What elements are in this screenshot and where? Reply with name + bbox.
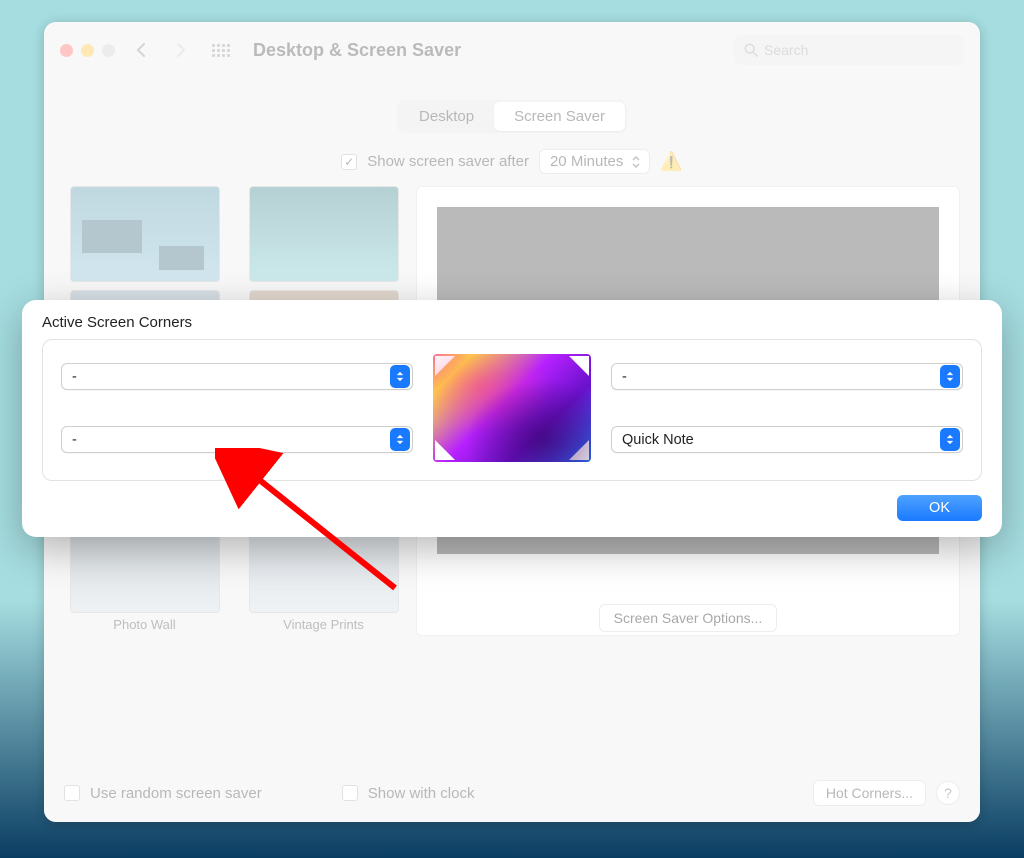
- zoom-button[interactable]: [102, 44, 115, 57]
- show-after-value: 20 Minutes: [550, 153, 623, 170]
- random-label: Use random screen saver: [90, 785, 262, 802]
- show-after-row: ✓ Show screen saver after 20 Minutes ⚠️: [44, 149, 980, 174]
- search-icon: [744, 43, 758, 57]
- corner-indicator-tl: [435, 356, 455, 376]
- tab-desktop[interactable]: Desktop: [399, 102, 494, 131]
- top-right-corner-select[interactable]: -: [611, 363, 963, 390]
- list-item[interactable]: [64, 186, 225, 282]
- hot-corners-sheet: Active Screen Corners - -: [22, 300, 1002, 537]
- list-item[interactable]: [243, 186, 404, 282]
- bottom-bar: Use random screen saver Show with clock …: [64, 780, 960, 806]
- random-checkbox[interactable]: [64, 785, 80, 801]
- clock-checkbox[interactable]: [342, 785, 358, 801]
- select-arrows-icon: [940, 365, 960, 388]
- stepper-icon: [629, 155, 643, 169]
- titlebar: Desktop & Screen Saver Search: [44, 22, 980, 78]
- corner-indicator-br: [569, 440, 589, 460]
- bottom-left-corner-select[interactable]: -: [61, 426, 413, 453]
- top-left-corner-select[interactable]: -: [61, 363, 413, 390]
- tab-segmented-control: Desktop Screen Saver: [397, 100, 627, 133]
- search-input[interactable]: Search: [734, 35, 964, 65]
- tab-screen-saver[interactable]: Screen Saver: [494, 102, 625, 131]
- select-arrows-icon: [940, 428, 960, 451]
- bottom-left-value: -: [72, 432, 390, 448]
- sheet-title: Active Screen Corners: [42, 314, 982, 331]
- clock-label: Show with clock: [368, 785, 475, 802]
- ok-button[interactable]: OK: [897, 495, 982, 521]
- bottom-right-corner-select[interactable]: Quick Note: [611, 426, 963, 453]
- select-arrows-icon: [390, 428, 410, 451]
- corner-indicator-tr: [569, 356, 589, 376]
- minimize-button[interactable]: [81, 44, 94, 57]
- close-button[interactable]: [60, 44, 73, 57]
- forward-button[interactable]: [167, 36, 195, 64]
- hot-corners-button[interactable]: Hot Corners...: [813, 780, 926, 806]
- screen-saver-options-button[interactable]: Screen Saver Options...: [599, 604, 778, 632]
- select-arrows-icon: [390, 365, 410, 388]
- search-placeholder: Search: [764, 42, 808, 58]
- corner-indicator-bl: [435, 440, 455, 460]
- show-after-popup[interactable]: 20 Minutes: [539, 149, 650, 174]
- show-after-checkbox[interactable]: ✓: [341, 154, 357, 170]
- show-after-label: Show screen saver after: [367, 153, 529, 170]
- top-right-value: -: [622, 369, 940, 385]
- display-thumbnail: [433, 354, 591, 462]
- window-title: Desktop & Screen Saver: [253, 40, 461, 61]
- bottom-right-value: Quick Note: [622, 432, 940, 448]
- sheet-body: - - -: [42, 339, 982, 481]
- traffic-lights: [60, 44, 115, 57]
- show-all-button[interactable]: [207, 36, 235, 64]
- top-left-value: -: [72, 369, 390, 385]
- help-button[interactable]: ?: [936, 781, 960, 805]
- back-button[interactable]: [127, 36, 155, 64]
- warning-icon: ⚠️: [660, 151, 682, 172]
